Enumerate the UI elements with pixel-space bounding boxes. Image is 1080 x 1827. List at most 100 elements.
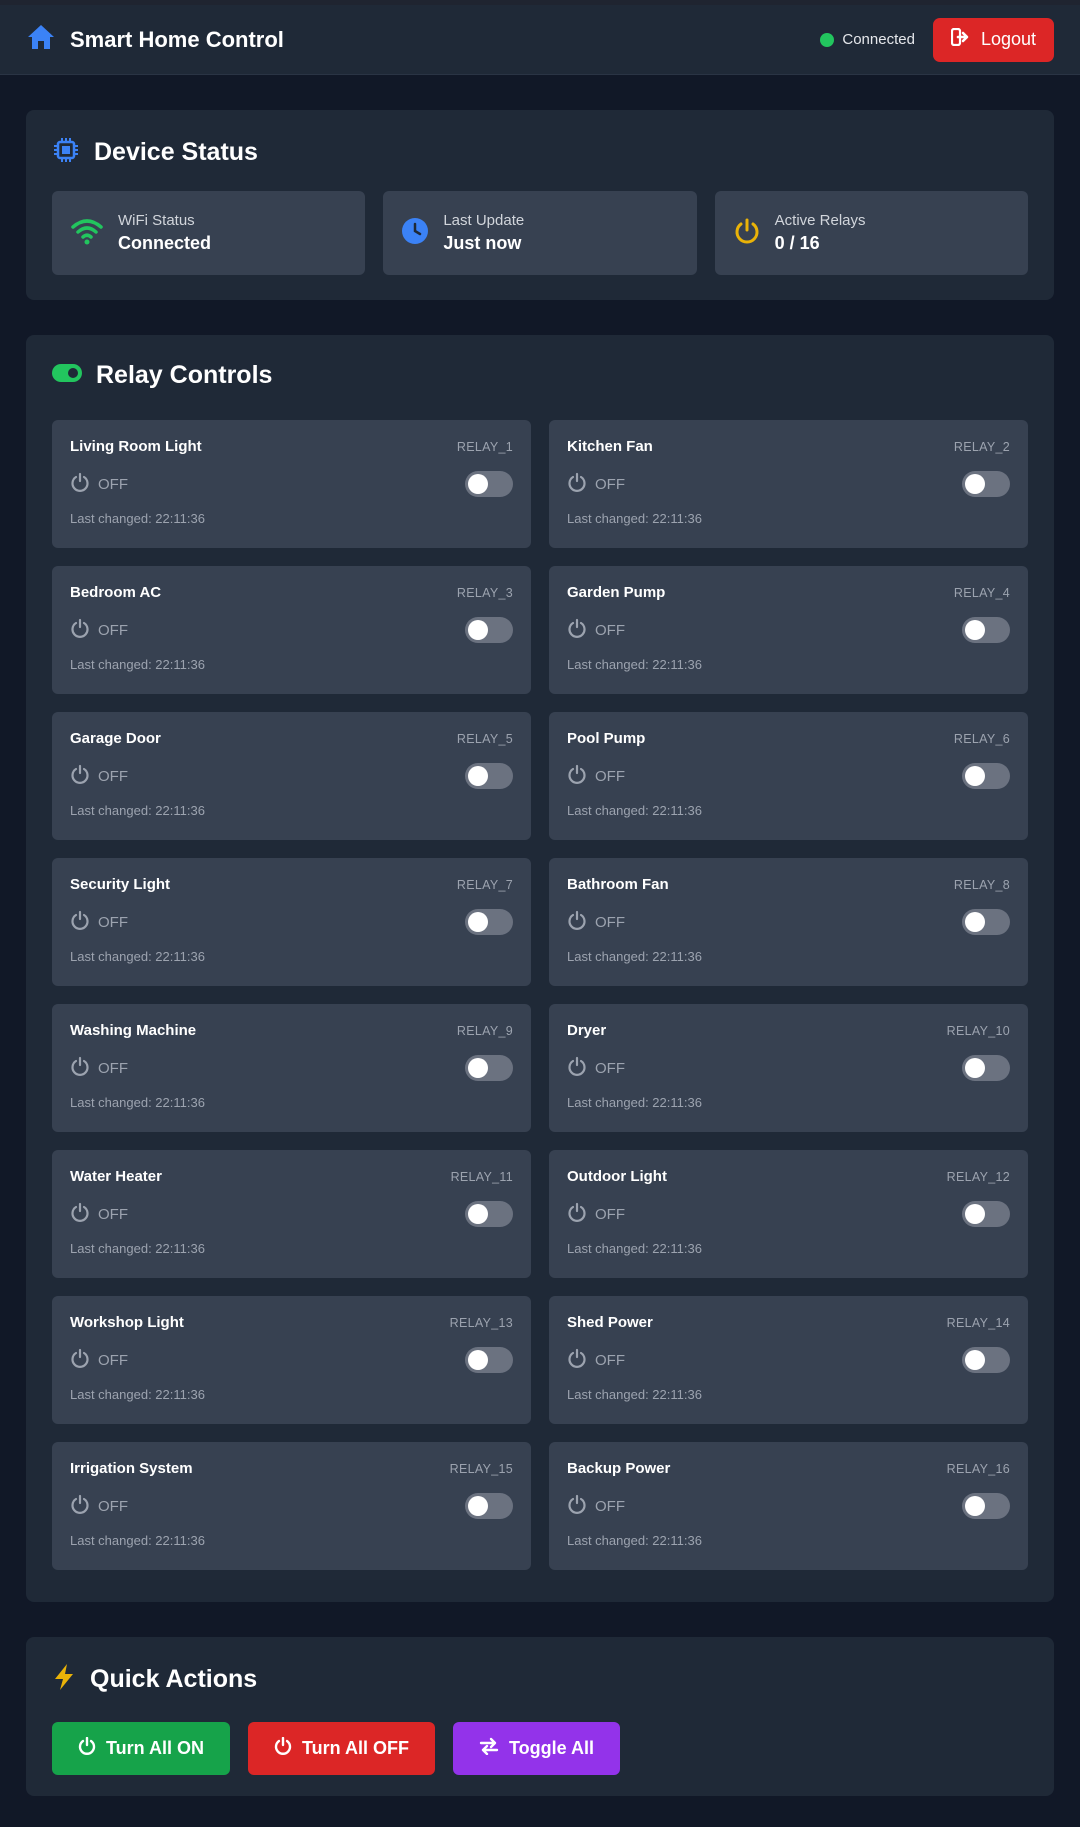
power-icon <box>567 764 587 788</box>
relay-state: OFF <box>567 618 625 642</box>
power-icon <box>78 1736 96 1760</box>
relay-card-header: Pool Pump RELAY_6 <box>567 730 1010 747</box>
relay-state: OFF <box>70 1348 128 1372</box>
relay-name: Irrigation System <box>70 1460 193 1477</box>
relay-toggle-switch[interactable] <box>962 1347 1010 1373</box>
stat-label: Active Relays <box>774 212 866 229</box>
power-icon <box>567 1202 587 1226</box>
turn-all-off-label: Turn All OFF <box>302 1738 409 1758</box>
relay-card: Irrigation System RELAY_15 OFF Last changed… <box>52 1442 531 1570</box>
relay-toggle-switch[interactable] <box>465 617 513 643</box>
relay-card-body: OFF <box>567 909 1010 935</box>
relay-card: Outdoor Light RELAY_12 OFF Last changed: 22… <box>549 1150 1028 1278</box>
relay-card-body: OFF <box>567 471 1010 497</box>
relay-toggle-switch[interactable] <box>465 1201 513 1227</box>
relay-toggle-switch[interactable] <box>465 1347 513 1373</box>
stat-last-update: Last Update Just now <box>383 191 697 275</box>
relay-toggle-switch[interactable] <box>465 1055 513 1081</box>
relay-id: RELAY_5 <box>456 731 513 746</box>
toggle-knob <box>468 912 488 932</box>
toggle-knob <box>965 474 985 494</box>
toggle-knob <box>468 620 488 640</box>
relay-card-body: OFF <box>70 471 513 497</box>
relay-card-header: Outdoor Light RELAY_12 <box>567 1168 1010 1185</box>
relay-state-label: OFF <box>595 475 625 493</box>
relay-card-header: Backup Power RELAY_16 <box>567 1460 1010 1477</box>
stat-value: Just now <box>443 233 522 253</box>
turn-all-on-button[interactable]: Turn All ON <box>52 1722 230 1775</box>
relay-id: RELAY_12 <box>946 1169 1010 1184</box>
relay-name: Washing Machine <box>70 1022 197 1039</box>
relay-toggle-switch[interactable] <box>465 1493 513 1519</box>
relay-last-changed: Last changed: 22:11:36 <box>70 657 205 672</box>
relay-toggle-switch[interactable] <box>962 617 1010 643</box>
relay-toggle-switch[interactable] <box>962 1201 1010 1227</box>
relay-name: Kitchen Fan <box>567 438 653 455</box>
relay-card-body: OFF <box>567 1055 1010 1081</box>
relay-card-header: Bathroom Fan RELAY_8 <box>567 876 1010 893</box>
relay-name: Bathroom Fan <box>567 876 669 893</box>
relay-last-changed: Last changed: 22:11:36 <box>567 1241 702 1256</box>
relay-card: Security Light RELAY_7 OFF Last changed: 22… <box>52 858 531 986</box>
stat-wifi-text: WiFi Status Connected <box>118 212 211 254</box>
device-status-title: Device Status <box>94 138 258 166</box>
toggle-all-button[interactable]: Toggle All <box>452 1722 620 1775</box>
relay-id: RELAY_4 <box>953 585 1010 600</box>
relay-name: Security Light <box>70 876 171 893</box>
relay-card-body: OFF <box>70 1055 513 1081</box>
relay-state: OFF <box>70 910 128 934</box>
relay-card-header: Bedroom AC RELAY_3 <box>70 584 513 601</box>
relay-id: RELAY_16 <box>946 1461 1010 1476</box>
relay-toggle-switch[interactable] <box>962 471 1010 497</box>
relay-state: OFF <box>70 1494 128 1518</box>
relay-card-body: OFF <box>70 617 513 643</box>
brand: Smart Home Control <box>26 23 284 56</box>
relay-toggle-switch[interactable] <box>962 909 1010 935</box>
relay-state: OFF <box>70 764 128 788</box>
relay-state-label: OFF <box>595 1351 625 1369</box>
toggle-knob <box>965 912 985 932</box>
power-icon <box>70 1202 90 1226</box>
power-icon <box>70 472 90 496</box>
relay-state: OFF <box>567 764 625 788</box>
toggle-knob <box>468 1204 488 1224</box>
toggle-knob <box>965 1058 985 1078</box>
relay-state: OFF <box>567 910 625 934</box>
device-status-header: Device Status <box>52 136 1028 169</box>
relay-toggle-switch[interactable] <box>962 1493 1010 1519</box>
relay-last-changed: Last changed: 22:11:36 <box>70 803 205 818</box>
relay-toggle-switch[interactable] <box>962 763 1010 789</box>
relay-id: RELAY_15 <box>449 1461 513 1476</box>
relay-last-changed: Last changed: 22:11:36 <box>567 1095 702 1110</box>
relay-toggle-switch[interactable] <box>962 1055 1010 1081</box>
toggle-knob <box>468 1058 488 1078</box>
relay-state: OFF <box>567 1056 625 1080</box>
connection-indicator: Connected <box>820 31 915 48</box>
relay-card-body: OFF <box>70 1493 513 1519</box>
relay-state-label: OFF <box>595 913 625 931</box>
logout-button[interactable]: Logout <box>932 17 1054 62</box>
toggle-knob <box>965 1350 985 1370</box>
relay-toggle-switch[interactable] <box>465 763 513 789</box>
relay-id: RELAY_7 <box>456 877 513 892</box>
relay-id: RELAY_10 <box>946 1023 1010 1038</box>
relay-state-label: OFF <box>98 1497 128 1515</box>
relay-card: Bathroom Fan RELAY_8 OFF Last changed: 22:1… <box>549 858 1028 986</box>
relay-controls-header: Relay Controls <box>52 361 1028 390</box>
relay-card-header: Shed Power RELAY_14 <box>567 1314 1010 1331</box>
relay-toggle-switch[interactable] <box>465 909 513 935</box>
relay-state-label: OFF <box>595 1497 625 1515</box>
relay-id: RELAY_14 <box>946 1315 1010 1330</box>
relay-card-header: Irrigation System RELAY_15 <box>70 1460 513 1477</box>
relay-name: Outdoor Light <box>567 1168 667 1185</box>
lightning-bolt-icon <box>52 1663 76 1696</box>
relay-last-changed: Last changed: 22:11:36 <box>567 1533 702 1548</box>
toggle-knob <box>965 1496 985 1516</box>
relay-name: Water Heater <box>70 1168 162 1185</box>
power-icon <box>70 618 90 642</box>
relay-state-label: OFF <box>98 1059 128 1077</box>
relay-toggle-switch[interactable] <box>465 471 513 497</box>
relay-state-label: OFF <box>98 475 128 493</box>
stat-last-update-text: Last Update Just now <box>443 212 524 254</box>
turn-all-off-button[interactable]: Turn All OFF <box>248 1722 435 1775</box>
